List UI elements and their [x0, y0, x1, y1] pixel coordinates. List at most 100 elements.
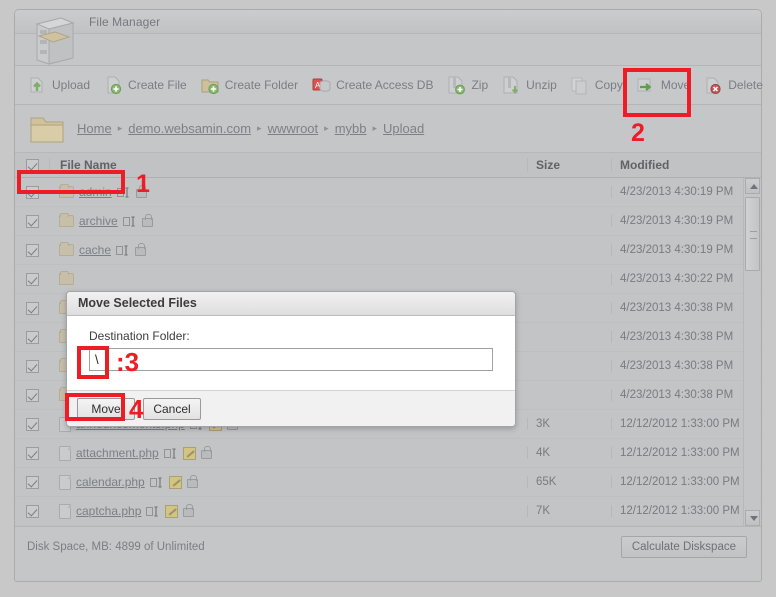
table-row[interactable]: captcha.php 7K 12/12/2012 1:33:00 PM — [15, 497, 761, 526]
row-checkbox-cell[interactable] — [15, 446, 49, 460]
table-row[interactable]: cache 4/23/2013 4:30:19 PM — [15, 236, 761, 265]
column-header-file-name[interactable]: File Name — [49, 158, 527, 172]
row-checkbox[interactable] — [25, 417, 39, 431]
row-modified-cell: 4/23/2013 4:30:38 PM — [611, 302, 761, 314]
rename-icon[interactable] — [122, 215, 137, 228]
breadcrumb-item-home[interactable]: Home — [77, 121, 112, 136]
file-name-link[interactable]: admin — [79, 185, 112, 199]
toolbar-create-folder-button[interactable]: Create Folder — [196, 70, 307, 100]
file-name-link[interactable]: calendar.php — [76, 475, 145, 489]
vertical-scrollbar[interactable] — [743, 178, 760, 526]
edit-icon[interactable] — [168, 475, 182, 489]
row-file-name-cell: calendar.php — [49, 474, 527, 490]
row-checkbox-cell[interactable] — [15, 185, 49, 199]
lock-icon[interactable] — [135, 243, 147, 256]
row-checkbox-cell[interactable] — [15, 214, 49, 228]
row-checkbox-cell[interactable] — [15, 330, 49, 344]
row-modified-cell: 4/23/2013 4:30:22 PM — [611, 273, 761, 285]
rename-icon[interactable] — [146, 505, 160, 518]
row-checkbox[interactable] — [25, 301, 39, 315]
destination-folder-label: Destination Folder: — [89, 329, 190, 343]
toolbar-delete-button[interactable]: Delete — [699, 70, 772, 100]
lock-icon[interactable] — [183, 504, 195, 517]
edit-icon[interactable] — [165, 504, 179, 518]
lock-icon[interactable] — [141, 214, 153, 227]
scrollbar-thumb[interactable] — [745, 197, 760, 271]
file-name-link[interactable]: captcha.php — [76, 504, 141, 518]
folder-icon — [59, 271, 74, 285]
breadcrumb-separator: ▸ — [257, 123, 262, 133]
create-file-icon — [103, 75, 123, 95]
row-checkbox[interactable] — [25, 330, 39, 344]
toolbar-move-button[interactable]: Move — [632, 70, 699, 100]
toolbar-copy-button[interactable]: Copy — [566, 70, 632, 100]
row-checkbox[interactable] — [25, 272, 39, 286]
rename-icon[interactable] — [149, 476, 164, 489]
row-checkbox[interactable] — [25, 388, 39, 402]
breadcrumb-item-mybb[interactable]: mybb — [335, 121, 367, 136]
dialog-cancel-button[interactable]: Cancel — [143, 397, 201, 420]
table-row[interactable]: 4/23/2013 4:30:22 PM — [15, 265, 761, 294]
toolbar-create-access-db-label: Create Access DB — [336, 78, 434, 92]
row-modified-cell: 4/23/2013 4:30:38 PM — [611, 389, 761, 401]
lock-icon[interactable] — [186, 475, 198, 488]
toolbar-zip-button[interactable]: Zip — [442, 70, 497, 100]
row-file-name-cell — [49, 271, 527, 285]
row-checkbox[interactable] — [25, 185, 39, 199]
row-checkbox-cell[interactable] — [15, 388, 49, 402]
breadcrumb-item-wwwroot[interactable]: wwwroot — [268, 121, 319, 136]
toolbar-zip-label: Zip — [471, 78, 489, 92]
toolbar-upload-button[interactable]: Upload — [23, 70, 99, 100]
column-header-modified[interactable]: Modified — [611, 158, 761, 172]
toolbar-unzip-button[interactable]: Unzip — [497, 70, 566, 100]
file-icon — [59, 445, 71, 461]
row-checkbox[interactable] — [25, 243, 39, 257]
row-checkbox-cell[interactable] — [15, 301, 49, 315]
row-checkbox[interactable] — [25, 504, 39, 518]
lock-icon[interactable] — [135, 185, 147, 198]
select-all-checkbox[interactable] — [25, 158, 39, 172]
edit-icon[interactable] — [182, 446, 196, 460]
row-checkbox[interactable] — [25, 359, 39, 373]
table-row[interactable]: archive 4/23/2013 4:30:19 PM — [15, 207, 761, 236]
toolbar-create-access-db-button[interactable]: A Create Access DB — [307, 70, 442, 100]
table-row[interactable]: admin 4/23/2013 4:30:19 PM — [15, 178, 761, 207]
row-checkbox-cell[interactable] — [15, 417, 49, 431]
file-name-link[interactable]: cache — [79, 243, 111, 257]
breadcrumb-item-upload[interactable]: Upload — [383, 121, 424, 136]
row-checkbox[interactable] — [25, 214, 39, 228]
select-all-checkbox-cell[interactable] — [15, 158, 49, 172]
calculate-diskspace-button[interactable]: Calculate Diskspace — [620, 536, 747, 558]
rename-icon[interactable] — [116, 244, 130, 257]
row-size-cell: 7K — [527, 505, 611, 517]
chevron-down-icon[interactable] — [745, 510, 760, 526]
lock-icon[interactable] — [200, 446, 212, 459]
toolbar-create-file-button[interactable]: Create File — [99, 70, 196, 100]
file-name-link[interactable]: archive — [79, 214, 118, 228]
column-header-size[interactable]: Size — [527, 158, 611, 172]
table-row[interactable]: calendar.php 65K 12/12/2012 1:33:00 PM — [15, 468, 761, 497]
row-checkbox[interactable] — [25, 446, 39, 460]
table-row[interactable]: attachment.php 4K 12/12/2012 1:33:00 PM — [15, 439, 761, 468]
row-checkbox[interactable] — [25, 475, 39, 489]
unzip-icon — [501, 75, 521, 95]
dialog-footer: Move Cancel — [67, 390, 515, 426]
breadcrumb-item-domain[interactable]: demo.websamin.com — [128, 121, 251, 136]
row-checkbox-cell[interactable] — [15, 359, 49, 373]
chevron-up-icon[interactable] — [745, 178, 760, 194]
rename-icon[interactable] — [116, 186, 131, 199]
row-checkbox-cell[interactable] — [15, 475, 49, 489]
row-checkbox-cell[interactable] — [15, 272, 49, 286]
file-name-link[interactable]: attachment.php — [76, 446, 159, 460]
destination-folder-input[interactable] — [89, 348, 493, 371]
folder-icon — [59, 242, 74, 256]
row-checkbox-cell[interactable] — [15, 504, 49, 518]
move-selected-files-dialog: Move Selected Files Destination Folder: … — [66, 291, 516, 427]
row-checkbox-cell[interactable] — [15, 243, 49, 257]
upload-icon — [27, 75, 47, 95]
row-modified-cell: 4/23/2013 4:30:19 PM — [611, 244, 761, 256]
toolbar-upload-label: Upload — [52, 78, 91, 92]
rename-icon[interactable] — [163, 447, 178, 460]
folder-icon — [59, 184, 74, 198]
dialog-move-button[interactable]: Move — [77, 397, 135, 420]
